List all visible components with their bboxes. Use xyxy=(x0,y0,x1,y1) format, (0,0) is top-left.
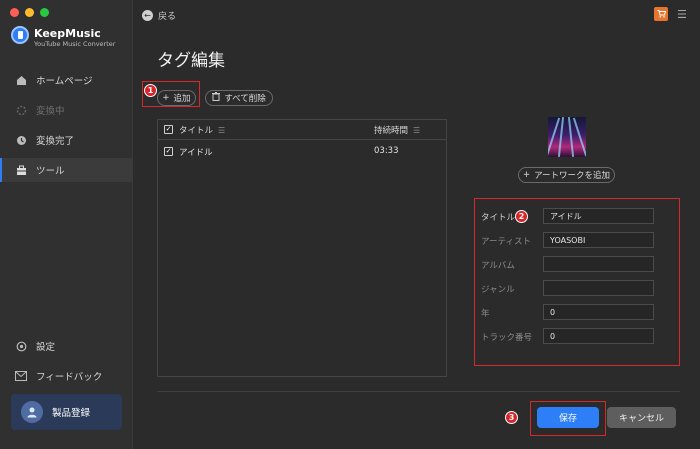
footer-divider xyxy=(157,391,680,392)
sidebar-item-label: 変換中 xyxy=(36,106,65,117)
spinner-icon xyxy=(15,104,27,116)
year-label: 年 xyxy=(481,309,490,319)
toolbox-icon xyxy=(15,164,27,176)
plus-icon: + xyxy=(162,93,170,103)
step-badge-2: 2 xyxy=(515,210,528,223)
track-table: ✓ タイトル ☰ 持続時間 ☰ ✓ アイドル 03:33 xyxy=(157,119,447,377)
table-row[interactable]: ✓ アイドル 03:33 xyxy=(158,140,446,162)
sidebar-item-label: 変換完了 xyxy=(36,136,75,147)
row-checkbox[interactable]: ✓ xyxy=(164,147,173,156)
home-icon xyxy=(15,74,27,86)
column-header-duration[interactable]: 持続時間 ☰ xyxy=(374,124,420,136)
album-field[interactable] xyxy=(543,256,654,272)
mail-icon xyxy=(15,370,27,382)
track-number-label: トラック番号 xyxy=(481,333,533,343)
sidebar-item-label: フィードバック xyxy=(36,372,103,383)
sidebar-item-converted[interactable]: 変換完了 xyxy=(0,128,133,152)
track-number-field[interactable]: 0 xyxy=(543,328,654,344)
select-all-checkbox[interactable]: ✓ xyxy=(164,125,173,134)
album-label: アルバム xyxy=(481,261,515,271)
sidebar-item-feedback[interactable]: フィードバック xyxy=(0,364,133,388)
step-badge-3: 3 xyxy=(505,411,518,424)
sidebar-item-label: ツール xyxy=(36,166,65,177)
back-label: 戻る xyxy=(158,12,177,22)
gear-icon xyxy=(15,340,27,352)
sidebar-item-converting[interactable]: 変換中 xyxy=(0,98,133,122)
clock-icon xyxy=(15,134,27,146)
sort-icon: ☰ xyxy=(413,126,421,135)
close-window-button[interactable] xyxy=(10,8,19,17)
sort-icon: ☰ xyxy=(218,126,226,135)
cancel-button[interactable]: キャンセル xyxy=(607,407,676,428)
artist-label: アーティスト xyxy=(481,237,531,247)
table-header: ✓ タイトル ☰ 持続時間 ☰ xyxy=(158,120,446,140)
track-duration: 03:33 xyxy=(374,146,399,156)
add-artwork-button[interactable]: + アートワークを追加 xyxy=(518,167,615,183)
cart-icon[interactable] xyxy=(654,7,668,21)
sidebar: KeepMusic YouTube Music Converter ホームページ… xyxy=(0,0,133,449)
year-field[interactable]: 0 xyxy=(543,304,654,320)
delete-all-button[interactable]: すべて削除 xyxy=(205,90,273,106)
plus-icon: + xyxy=(522,170,531,180)
sidebar-item-label: 設定 xyxy=(36,342,56,353)
zoom-window-button[interactable] xyxy=(40,8,49,17)
title-field[interactable]: アイドル xyxy=(543,208,654,224)
add-label: 追加 xyxy=(173,94,191,104)
sidebar-item-settings[interactable]: 設定 xyxy=(0,334,133,358)
title-label: タイトル xyxy=(481,213,516,223)
back-arrow-icon: ← xyxy=(142,10,153,21)
trash-icon xyxy=(212,92,221,104)
track-title: アイドル xyxy=(179,148,213,158)
app-subtitle: YouTube Music Converter xyxy=(34,40,116,48)
step-badge-1: 1 xyxy=(144,84,157,97)
artwork-image xyxy=(548,117,586,157)
window-controls xyxy=(10,8,49,17)
back-button[interactable]: ← 戻る xyxy=(142,9,176,22)
sidebar-item-label: ホームページ xyxy=(36,76,93,87)
save-button[interactable]: 保存 xyxy=(537,407,599,428)
register-button[interactable]: 製品登録 xyxy=(11,394,122,430)
artist-field[interactable]: YOASOBI xyxy=(543,232,654,248)
add-button[interactable]: + 追加 xyxy=(157,90,196,106)
minimize-window-button[interactable] xyxy=(25,8,34,17)
genre-label: ジャンル xyxy=(481,285,515,295)
column-header-title[interactable]: タイトル ☰ xyxy=(179,124,225,136)
app-name: KeepMusic xyxy=(34,27,101,40)
app-logo-icon xyxy=(11,26,29,44)
sidebar-item-home[interactable]: ホームページ xyxy=(0,68,133,92)
sidebar-item-tools[interactable]: ツール xyxy=(0,158,133,182)
menu-icon[interactable]: ☰ xyxy=(677,8,687,21)
page-title: タグ編集 xyxy=(157,51,225,71)
user-avatar-icon xyxy=(21,401,43,423)
genre-field[interactable] xyxy=(543,280,654,296)
delete-all-label: すべて削除 xyxy=(224,94,266,104)
register-label: 製品登録 xyxy=(52,408,91,419)
add-artwork-label: アートワークを追加 xyxy=(534,171,611,181)
